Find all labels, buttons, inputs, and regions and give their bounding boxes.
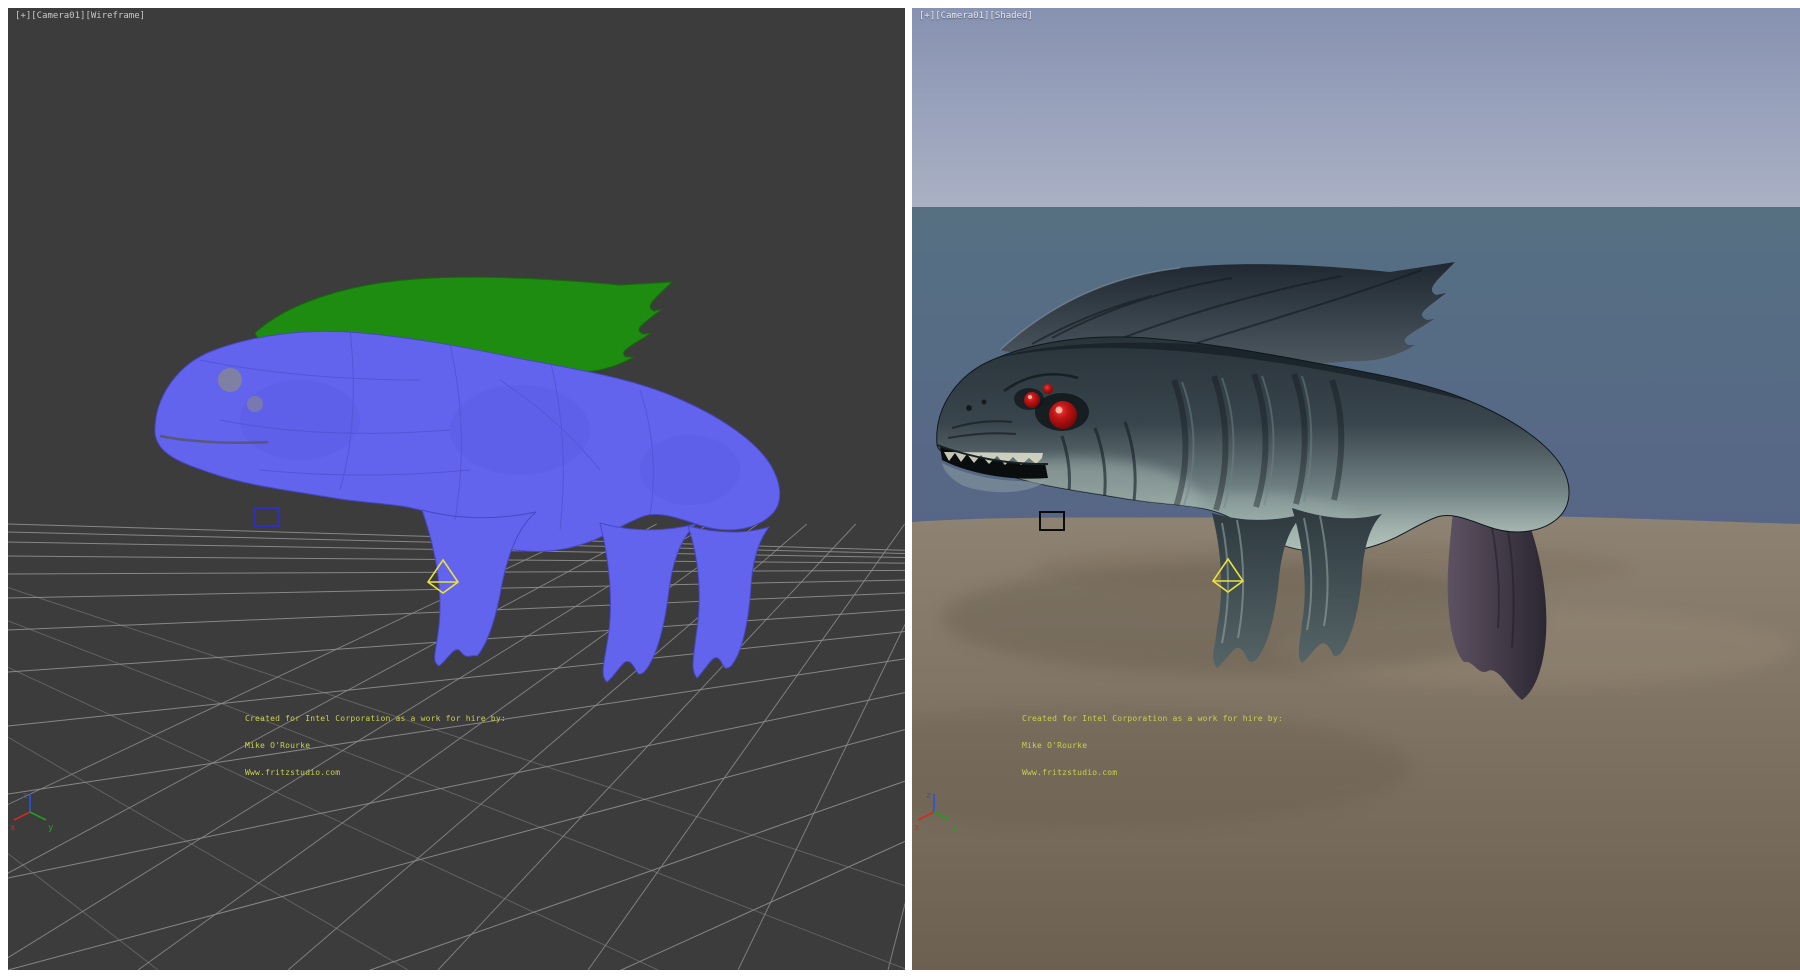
watermark-line2: Mike O'Rourke bbox=[245, 741, 506, 750]
axis-z-label: z bbox=[926, 791, 931, 801]
fish-eye-medium bbox=[1024, 392, 1040, 408]
axis-x-label: x bbox=[10, 823, 16, 833]
eye-highlight bbox=[1056, 407, 1063, 414]
shaded-scene-canvas[interactable]: z x y bbox=[912, 8, 1800, 970]
axis-x-label: x bbox=[914, 823, 920, 833]
fish-eye-spot bbox=[218, 368, 242, 392]
viewport-wireframe[interactable]: z x y [+][Camera01][Wireframe] Created f… bbox=[8, 8, 905, 970]
watermark-line1: Created for Intel Corporation as a work … bbox=[1022, 714, 1283, 723]
nostril bbox=[966, 405, 972, 411]
dual-viewport-stage: z x y [+][Camera01][Wireframe] Created f… bbox=[0, 0, 1800, 978]
fish-creature-wireframe[interactable] bbox=[155, 277, 780, 682]
rectangle-helper[interactable] bbox=[255, 508, 279, 526]
watermark-line3: Www.fritzstudio.com bbox=[1022, 768, 1283, 777]
watermark-text: Created for Intel Corporation as a work … bbox=[245, 696, 506, 795]
fish-eye-large bbox=[1049, 401, 1077, 429]
nostril-2 bbox=[982, 400, 987, 405]
watermark-line3: Www.fritzstudio.com bbox=[245, 768, 506, 777]
viewport-shaded[interactable]: z x y [+][Camera01][Shaded] Created for … bbox=[912, 8, 1800, 970]
viewport-label-right[interactable]: [+][Camera01][Shaded] bbox=[919, 11, 1033, 21]
watermark-line1: Created for Intel Corporation as a work … bbox=[245, 714, 506, 723]
sky-backdrop bbox=[912, 8, 1800, 207]
watermark-line2: Mike O'Rourke bbox=[1022, 741, 1283, 750]
axis-tripod: z x y bbox=[10, 791, 54, 833]
wireframe-scene-canvas[interactable]: z x y bbox=[8, 8, 905, 970]
fish-eye-spot-small bbox=[247, 396, 263, 412]
axis-z-label: z bbox=[22, 791, 27, 801]
axis-y-label: y bbox=[48, 823, 54, 833]
viewport-label-left[interactable]: [+][Camera01][Wireframe] bbox=[15, 11, 145, 21]
fish-tail-fin2-wire[interactable] bbox=[688, 526, 769, 678]
axis-y-label: y bbox=[952, 823, 958, 833]
watermark-text: Created for Intel Corporation as a work … bbox=[1022, 696, 1283, 795]
eye-highlight-2 bbox=[1028, 395, 1032, 399]
fish-eye-small bbox=[1043, 384, 1053, 394]
